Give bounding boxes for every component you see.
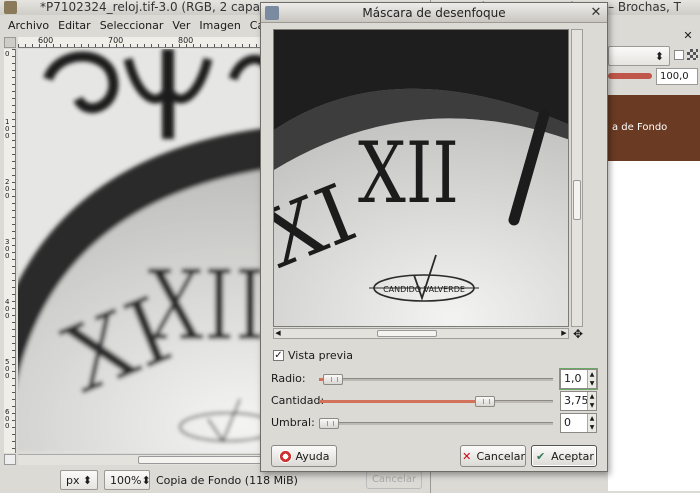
ruler-label: 600	[5, 408, 10, 430]
menu-archivo[interactable]: Archivo	[8, 19, 49, 32]
cancel-icon: ✕	[462, 449, 472, 463]
radius-control: Radio: 1,0 ▲ ▼	[271, 368, 599, 390]
layer-name: a de Fondo	[612, 122, 668, 133]
amount-control: Cantidad: 3,75 ▲ ▼	[271, 391, 599, 411]
threshold-label: Umbral:	[271, 416, 315, 429]
ruler-label: 200	[5, 178, 10, 200]
scrollbar-thumb[interactable]	[377, 330, 437, 337]
close-icon[interactable]: ✕	[589, 6, 603, 20]
threshold-spinbutton[interactable]: 0 ▲ ▼	[560, 413, 597, 433]
slider-fill	[319, 400, 485, 403]
layer-info-text: Copia de Fondo (118 MiB)	[156, 473, 298, 487]
updown-arrows-icon: ⬍	[654, 49, 664, 63]
unit-value: px	[66, 473, 80, 487]
ruler-label: 400	[5, 298, 10, 320]
amount-value: 3,75	[564, 394, 589, 407]
preview-horizontal-scrollbar[interactable]: ◀ ▶	[273, 328, 569, 339]
unsharp-mask-dialog: Máscara de desenfoque ✕ XII XI CANDIDO V…	[260, 2, 608, 472]
threshold-control: Umbral: 0 ▲ ▼	[271, 413, 599, 433]
dialog-title: Máscara de desenfoque	[362, 6, 506, 20]
quick-mask-toggle[interactable]	[4, 454, 16, 465]
scrollbar-thumb[interactable]	[573, 180, 581, 220]
close-icon[interactable]: ✕	[682, 30, 694, 42]
radius-slider[interactable]	[319, 374, 553, 385]
menu-imagen[interactable]: Imagen	[199, 19, 240, 32]
unit-select[interactable]: px ⬍	[60, 470, 98, 490]
ruler-label: 700	[108, 36, 124, 45]
move-icon[interactable]: ✥	[572, 328, 584, 340]
statusbar-cancel-button[interactable]: Cancelar	[366, 471, 422, 489]
opacity-slider[interactable]	[608, 73, 652, 79]
updown-arrows-icon: ⬍	[141, 473, 151, 487]
zoom-select[interactable]: 100% ⬍	[104, 470, 151, 490]
help-label: Ayuda	[295, 449, 330, 463]
preview-label: Vista previa	[288, 348, 353, 362]
scrollbar-thumb[interactable]	[138, 456, 268, 464]
spin-arrows-icon[interactable]: ▲ ▼	[587, 392, 596, 410]
preview-vertical-scrollbar[interactable]	[571, 29, 583, 327]
threshold-value: 0	[564, 416, 571, 429]
threshold-slider[interactable]	[319, 418, 553, 429]
preview-numeral-xii: XII	[358, 124, 459, 222]
radius-spinbutton[interactable]: 1,0 ▲ ▼	[559, 368, 598, 390]
ruler-label: 500	[5, 358, 10, 380]
spin-arrows-icon[interactable]: ▲ ▼	[587, 370, 596, 388]
amount-spinbutton[interactable]: 3,75 ▲ ▼	[560, 391, 597, 411]
ruler-vertical[interactable]: 0 100 200 300 400 500 600	[4, 49, 16, 453]
dialog-window-icon	[265, 6, 279, 20]
ruler-label: 0	[5, 50, 10, 58]
ok-label: Aceptar	[551, 449, 594, 463]
updown-arrows-icon: ⬍	[82, 473, 92, 487]
ruler-label: 100	[5, 118, 10, 140]
alpha-pattern-icon	[687, 49, 698, 60]
ruler-label: 800	[178, 36, 194, 45]
scroll-left-icon[interactable]: ◀	[274, 329, 282, 338]
cancel-button[interactable]: ✕ Cancelar	[460, 445, 526, 467]
lock-alpha-checkbox[interactable]	[674, 50, 684, 60]
image-window-title-text: *P7102324_reloj.tif-3.0 (RGB, 2 capas	[40, 0, 267, 14]
layers-list-empty	[608, 161, 700, 491]
radius-label: Radio:	[271, 372, 306, 385]
slider-thumb[interactable]	[323, 374, 343, 385]
cancel-label: Cancelar	[476, 449, 525, 463]
clock-photo-sharpened: XII XI CANDIDO VALVERDE	[274, 30, 568, 326]
zoom-value: 100%	[110, 473, 142, 487]
layer-mode-select[interactable]: ⬍	[608, 46, 670, 66]
scroll-right-icon[interactable]: ▶	[560, 329, 568, 338]
ruler-corner[interactable]	[4, 37, 16, 48]
ruler-label: 300	[5, 238, 10, 260]
dialog-titlebar[interactable]: Máscara de desenfoque ✕	[261, 3, 607, 23]
numeral-xii: XII	[148, 250, 266, 362]
amount-label: Cantidad:	[271, 394, 325, 407]
ruler-label: 600	[38, 36, 54, 45]
slider-thumb[interactable]	[475, 396, 495, 407]
brand-text: CANDIDO VALVERDE	[383, 285, 465, 294]
opacity-field[interactable]: 100,0	[656, 68, 698, 85]
layer-row-selected[interactable]: a de Fondo	[608, 95, 700, 161]
radius-value: 1,0	[564, 372, 582, 385]
amount-slider[interactable]	[319, 396, 553, 407]
menu-ver[interactable]: Ver	[172, 19, 190, 32]
preview-area[interactable]: XII XI CANDIDO VALVERDE	[273, 29, 569, 327]
ok-icon: ✔	[536, 449, 546, 463]
gimp-window-icon	[4, 1, 17, 14]
dock-controls: ✕ ⬍ 100,0	[608, 30, 700, 85]
ok-button[interactable]: ✔ Aceptar	[531, 445, 597, 467]
menu-editar[interactable]: Editar	[58, 19, 91, 32]
help-icon	[278, 449, 292, 463]
slider-thumb[interactable]	[319, 418, 339, 429]
menu-seleccionar[interactable]: Seleccionar	[100, 19, 164, 32]
check-icon[interactable]: ✓	[273, 349, 284, 361]
spin-arrows-icon[interactable]: ▲ ▼	[587, 414, 596, 432]
preview-toggle[interactable]: ✓ Vista previa	[273, 347, 353, 363]
help-button[interactable]: Ayuda	[271, 445, 337, 467]
